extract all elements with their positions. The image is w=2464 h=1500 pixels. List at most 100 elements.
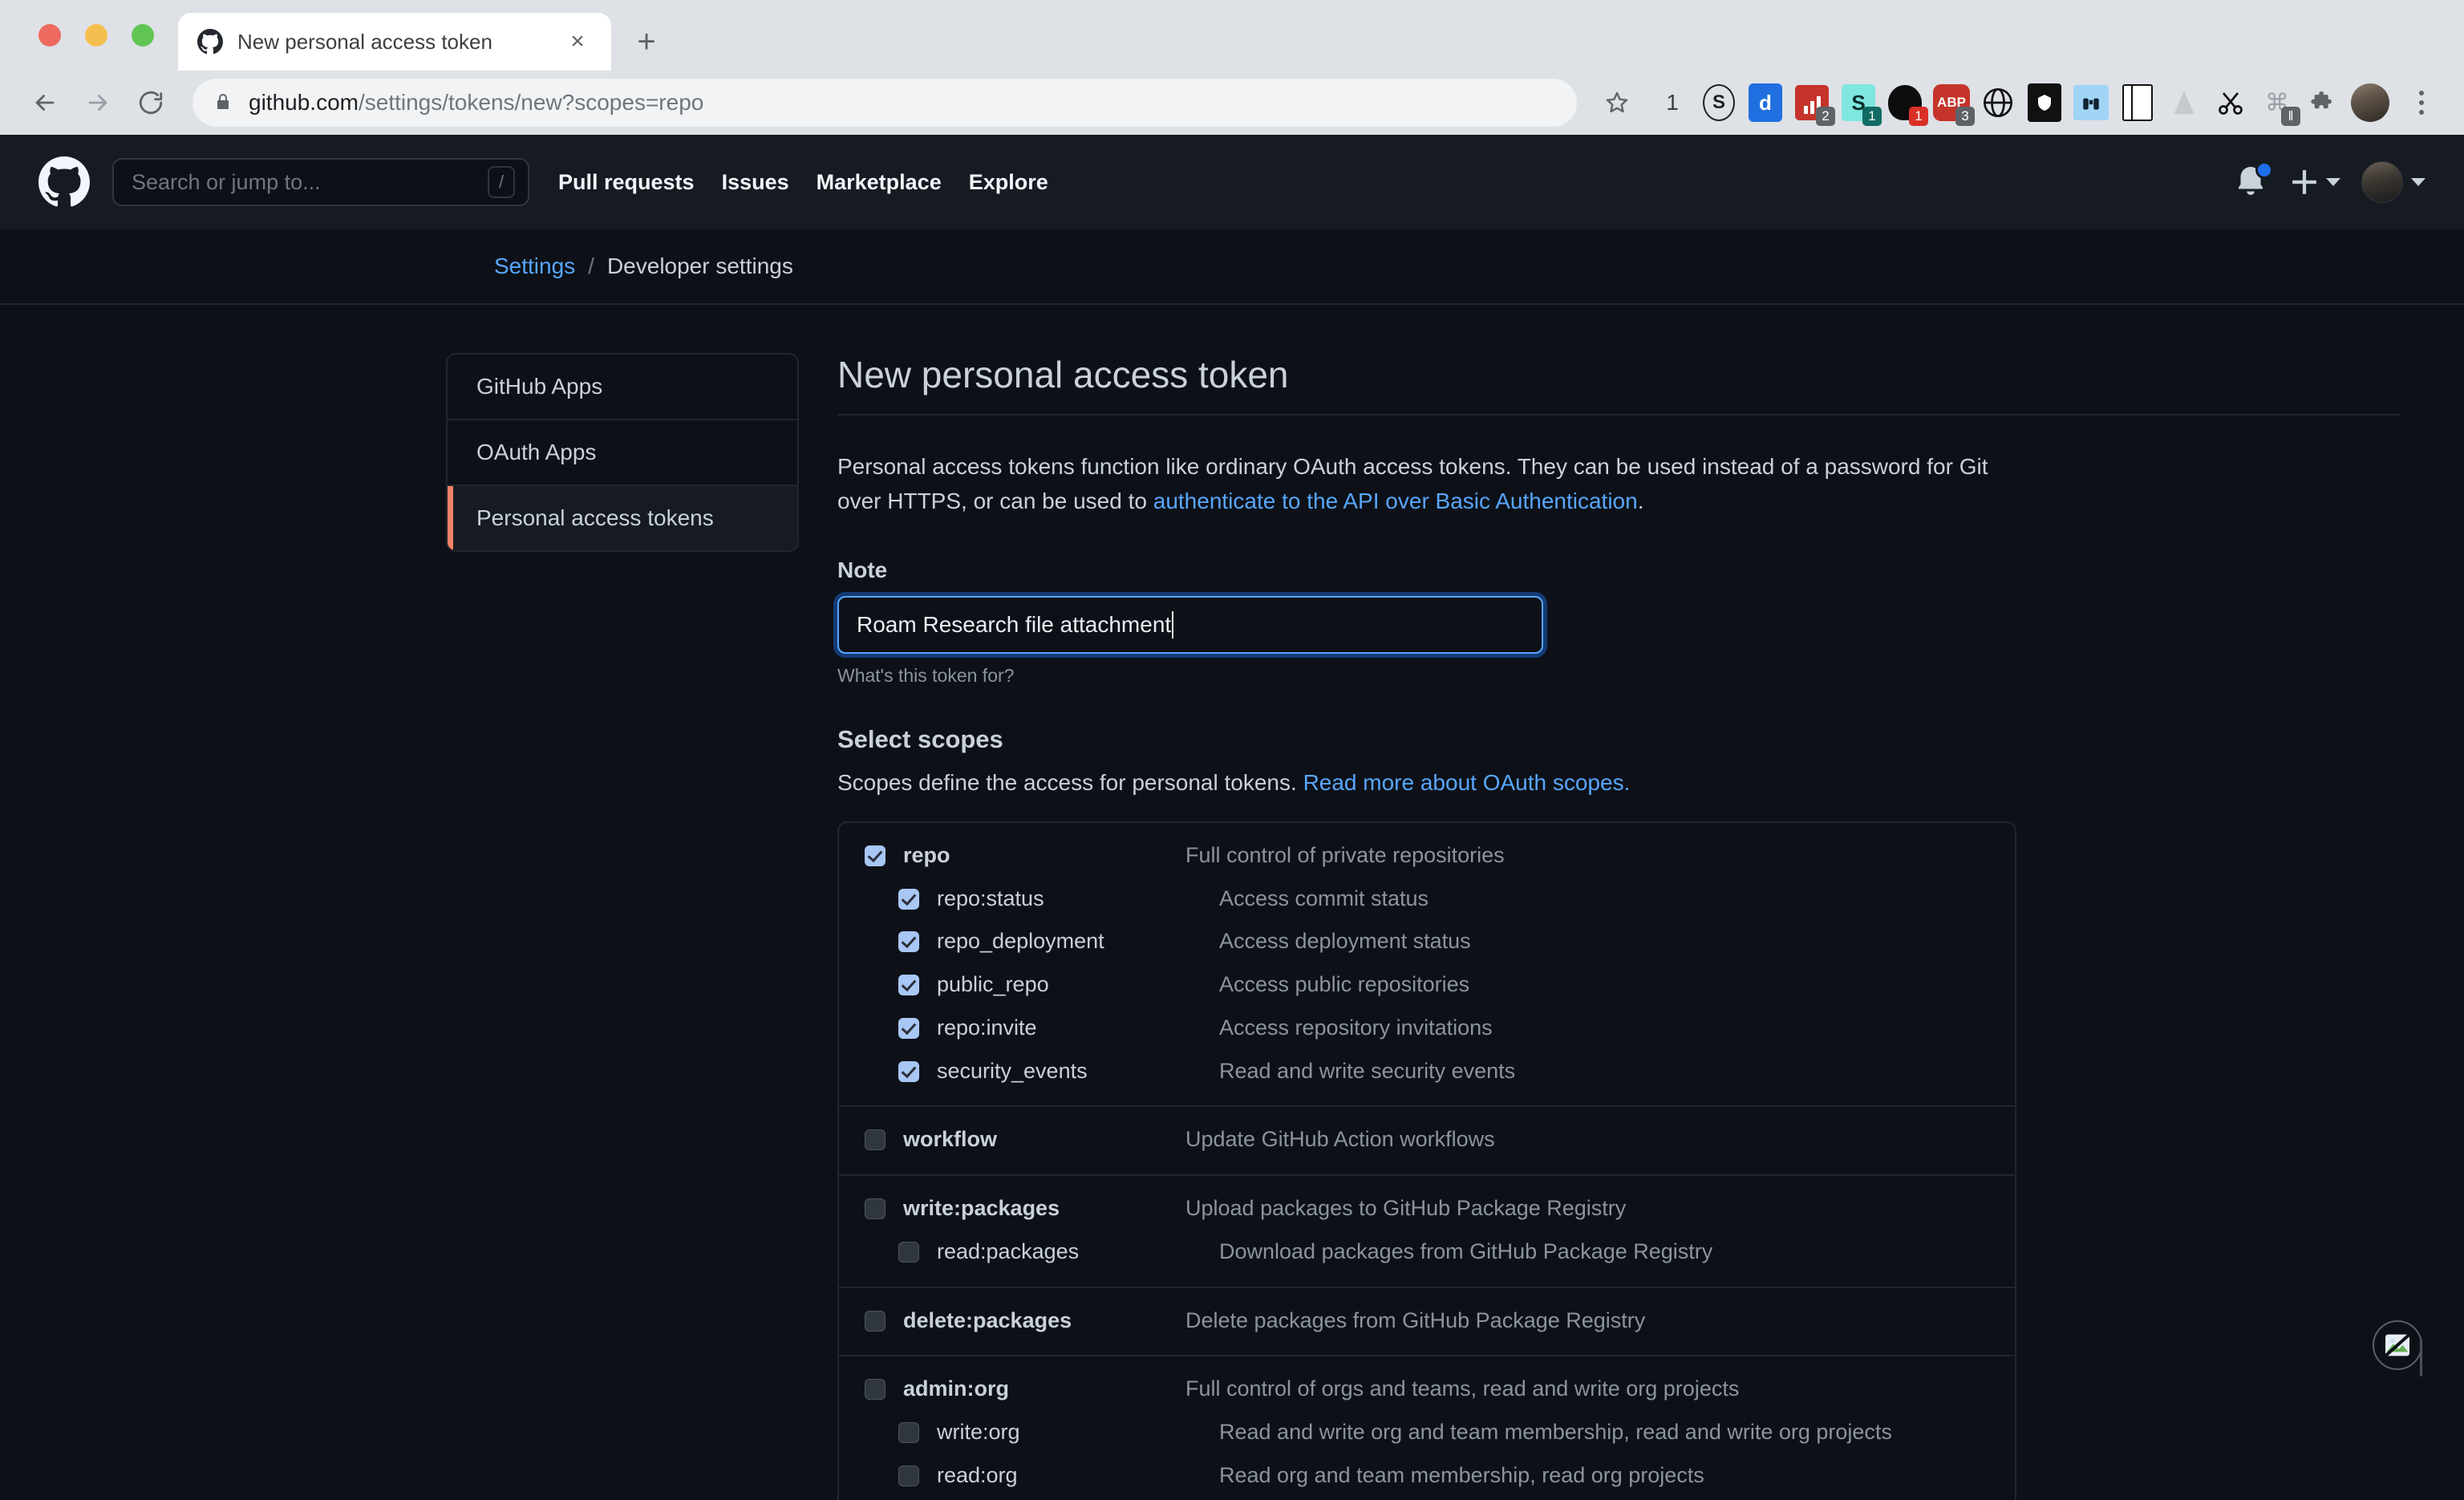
extension-badge: 1 [1909, 107, 1928, 126]
scope-description: Read org and team membership, read org p… [1219, 1462, 1704, 1487]
checkbox-repo-invite[interactable] [898, 1017, 919, 1039]
note-input[interactable]: Roam Research file attachment [837, 595, 1543, 654]
checkbox-delete-packages[interactable] [865, 1310, 886, 1332]
extensions-area: 1 S d 2 S 1 1 ABP 3 ⌘ ‖ [1646, 79, 2442, 126]
checkbox-read-packages[interactable] [898, 1241, 919, 1263]
scope-description: Access commit status [1219, 886, 1429, 910]
github-mark-icon[interactable] [38, 156, 90, 208]
extension-shield[interactable] [2023, 79, 2066, 126]
main-content: New personal access token Personal acces… [799, 353, 2464, 1500]
extension-counter-1[interactable]: 1 [1651, 79, 1694, 126]
scope-row-repo-invite[interactable]: repo:invite Access repository invitation… [839, 1007, 2015, 1050]
checkbox-write-packages[interactable] [865, 1198, 886, 1220]
oauth-scopes-link[interactable]: Read more about OAuth scopes. [1303, 770, 1631, 795]
scope-row-repo[interactable]: repo Full control of private repositorie… [839, 834, 2015, 878]
scope-description: Read and write org and team membership, … [1219, 1420, 1892, 1445]
extension-recorder[interactable]: 2 [1790, 79, 1835, 126]
scope-row-security-events[interactable]: security_events Read and write security … [839, 1050, 2015, 1093]
extension-grammarly[interactable]: S 1 [1837, 79, 1882, 126]
create-new-button[interactable] [2291, 168, 2340, 196]
scope-description: Full control of private repositories [1185, 842, 1505, 867]
extension-mountain[interactable] [2162, 79, 2206, 126]
extension-adblock-plus[interactable]: ABP 3 [1930, 79, 1975, 126]
checkbox-repo[interactable] [865, 845, 886, 866]
scope-row-repo-deployment[interactable]: repo_deployment Access deployment status [839, 920, 2015, 963]
scope-description: Read and write security events [1219, 1058, 1516, 1083]
notifications-bell-icon[interactable] [2235, 161, 2273, 201]
breadcrumb-separator: / [588, 253, 594, 278]
extension-scissors[interactable] [2209, 79, 2252, 126]
maximize-window-button[interactable] [132, 24, 154, 47]
image-thumbnail-icon[interactable] [2373, 1320, 2422, 1370]
scope-description: Access repository invitations [1219, 1015, 1493, 1040]
github-page: Search or jump to... / Pull requests Iss… [0, 135, 2464, 1500]
browser-profile-avatar[interactable] [2348, 79, 2392, 126]
floating-screenshot-widget[interactable] [2358, 1293, 2432, 1494]
close-tab-button[interactable]: × [563, 27, 592, 56]
checkbox-repo-status[interactable] [898, 888, 919, 910]
extension-scribd[interactable]: S [1697, 79, 1741, 126]
nav-pull-requests[interactable]: Pull requests [558, 170, 695, 195]
sidebar-item-oauth-apps[interactable]: OAuth Apps [448, 420, 797, 486]
scope-name: repo:invite [937, 1015, 1037, 1040]
nav-marketplace[interactable]: Marketplace [817, 170, 942, 195]
account-menu-button[interactable] [2361, 161, 2426, 203]
scope-row-write-packages[interactable]: write:packages Upload packages to GitHub… [839, 1187, 2015, 1230]
github-global-header: Search or jump to... / Pull requests Iss… [0, 135, 2464, 229]
scope-row-write-org[interactable]: write:org Read and write org and team me… [839, 1411, 2015, 1454]
settings-sidebar: GitHub Apps OAuth Apps Personal access t… [446, 353, 799, 1500]
extension-dashlane[interactable]: d [1744, 79, 1787, 126]
nav-issues[interactable]: Issues [722, 170, 789, 195]
forward-arrow-icon[interactable] [75, 80, 120, 125]
checkbox-write-org[interactable] [898, 1422, 919, 1444]
extension-ublock[interactable]: 1 [1883, 79, 1928, 126]
sidebar-item-personal-access-tokens[interactable]: Personal access tokens [448, 486, 797, 550]
back-arrow-icon[interactable] [22, 80, 67, 125]
checkbox-security-events[interactable] [898, 1060, 919, 1082]
scope-group-workflow: workflow Update GitHub Action workflows [839, 1107, 2015, 1177]
scope-row-delete-packages[interactable]: delete:packages Delete packages from Git… [839, 1299, 2015, 1343]
bookmark-star-icon[interactable] [1596, 82, 1638, 124]
minimize-window-button[interactable] [85, 24, 107, 47]
scope-name: public_repo [937, 972, 1049, 997]
basic-auth-link[interactable]: authenticate to the API over Basic Authe… [1153, 489, 1638, 513]
scope-row-repo-status[interactable]: repo:status Access commit status [839, 878, 2015, 921]
breadcrumb-settings-link[interactable]: Settings [494, 253, 575, 279]
checkbox-public-repo[interactable] [898, 975, 919, 996]
browser-tab[interactable]: New personal access token × [178, 13, 611, 71]
browser-toolbar: github.com/settings/tokens/new?scopes=re… [0, 71, 2464, 135]
sidebar-item-github-apps[interactable]: GitHub Apps [448, 355, 797, 420]
checkbox-read-org[interactable] [898, 1465, 919, 1486]
close-window-button[interactable] [38, 24, 61, 47]
github-favicon-icon [197, 29, 223, 55]
new-tab-button[interactable]: + [624, 19, 669, 64]
scopes-desc-text: Scopes define the access for personal to… [837, 769, 1303, 795]
checkbox-admin-org[interactable] [865, 1379, 886, 1401]
scope-row-read-packages[interactable]: read:packages Download packages from Git… [839, 1230, 2015, 1274]
extension-command[interactable]: ⌘ ‖ [2255, 79, 2300, 126]
scope-name: repo [903, 842, 950, 867]
scope-row-read-org[interactable]: read:org Read org and team membership, r… [839, 1454, 2015, 1498]
search-input[interactable]: Search or jump to... / [112, 158, 529, 206]
reload-arrow-icon[interactable] [128, 80, 173, 125]
scope-description: Access public repositories [1219, 972, 1470, 997]
scope-description: Update GitHub Action workflows [1185, 1127, 1495, 1152]
window-controls [0, 24, 154, 71]
checkbox-repo-deployment[interactable] [898, 931, 919, 953]
scope-row-admin-org[interactable]: admin:org Full control of orgs and teams… [839, 1368, 2015, 1411]
drag-handle[interactable] [2420, 1340, 2422, 1376]
nav-explore[interactable]: Explore [969, 170, 1048, 195]
extension-notebook[interactable] [2116, 79, 2159, 126]
scope-row-public-repo[interactable]: public_repo Access public repositories [839, 963, 2015, 1007]
extension-binoculars[interactable] [2069, 79, 2113, 126]
intro-paragraph: Personal access tokens function like ord… [837, 449, 2000, 519]
extensions-puzzle-icon[interactable] [2302, 79, 2345, 126]
browser-window: New personal access token × + github.com… [0, 0, 2464, 1500]
extension-globe[interactable] [1976, 79, 2020, 126]
address-bar[interactable]: github.com/settings/tokens/new?scopes=re… [192, 79, 1577, 127]
select-scopes-heading: Select scopes [837, 724, 1003, 753]
url-text: github.com/settings/tokens/new?scopes=re… [249, 90, 703, 116]
scope-row-workflow[interactable]: workflow Update GitHub Action workflows [839, 1118, 2015, 1161]
checkbox-workflow[interactable] [865, 1129, 886, 1151]
chrome-menu-icon[interactable] [2401, 79, 2442, 126]
